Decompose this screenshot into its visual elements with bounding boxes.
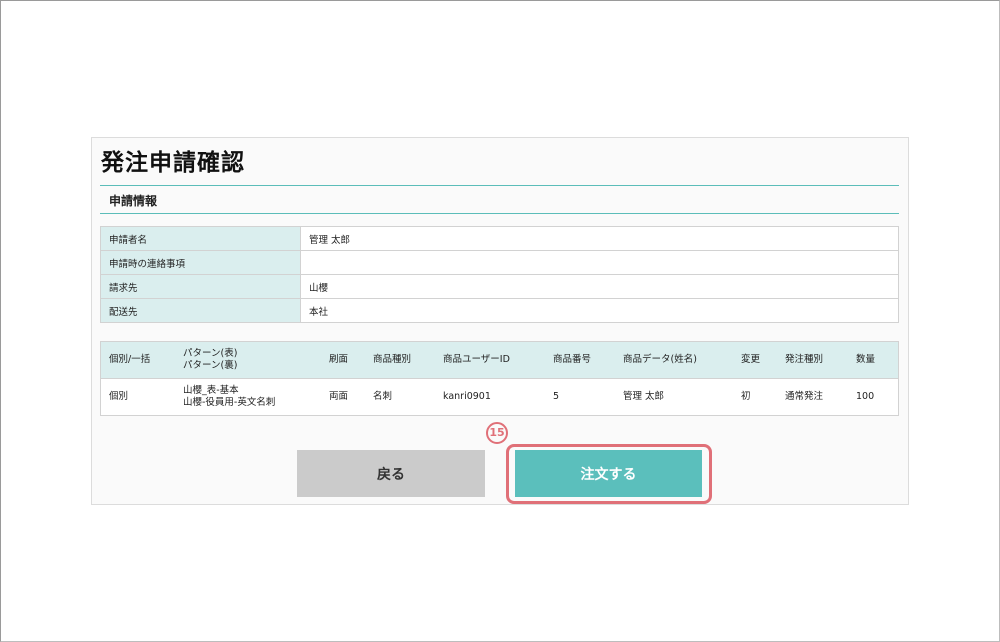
applicant-info-table: 申請者名 管理 太郎 申請時の連絡事項 請求先 山櫻 配送先 本社 <box>100 226 899 323</box>
cell-pattern-front: 山櫻_表-基本 <box>183 385 239 396</box>
order-items-table: 個別/一括 パターン(表) パターン(裏) 刷面 商品種別 商品ユーザーID 商… <box>100 341 899 416</box>
cell-individual-bulk: 個別 <box>100 378 175 416</box>
cell-product-data: 管理 太郎 <box>615 378 733 416</box>
section-divider-top <box>100 185 899 186</box>
info-row-applicant: 申請者名 管理 太郎 <box>100 226 899 251</box>
cell-change: 初 <box>733 378 777 416</box>
table-header-row: 個別/一括 パターン(表) パターン(裏) 刷面 商品種別 商品ユーザーID 商… <box>100 341 899 379</box>
cell-pattern: 山櫻_表-基本 山櫻-役員用-英文名刺 <box>175 378 321 416</box>
info-value: 山櫻 <box>300 274 899 299</box>
order-button[interactable]: 注文する <box>515 450 702 497</box>
info-row-billing: 請求先 山櫻 <box>100 274 899 299</box>
info-label: 配送先 <box>100 298 301 323</box>
info-label: 申請者名 <box>100 226 301 251</box>
column-header: 商品データ(姓名) <box>615 341 733 379</box>
info-value: 管理 太郎 <box>300 226 899 251</box>
column-header: 刷面 <box>321 341 365 379</box>
page-title: 発注申請確認 <box>101 150 245 176</box>
cell-product-type: 名刺 <box>365 378 435 416</box>
step-number-badge: 15 <box>486 422 508 444</box>
column-header: 数量 <box>848 341 899 379</box>
info-label: 請求先 <box>100 274 301 299</box>
column-header: 商品番号 <box>545 341 615 379</box>
cell-print-side: 両面 <box>321 378 365 416</box>
column-header: 変更 <box>733 341 777 379</box>
info-label: 申請時の連絡事項 <box>100 250 301 275</box>
section-divider-bottom <box>100 213 899 214</box>
column-header: パターン(表) <box>183 348 238 359</box>
back-button[interactable]: 戻る <box>297 450 485 497</box>
column-header: 商品ユーザーID <box>435 341 545 379</box>
cell-product-number: 5 <box>545 378 615 416</box>
cell-pattern-back: 山櫻-役員用-英文名刺 <box>183 397 276 408</box>
info-row-notes: 申請時の連絡事項 <box>100 250 899 275</box>
column-header: パターン(裏) <box>183 360 238 371</box>
cell-product-user-id: kanri0901 <box>435 378 545 416</box>
cell-order-type: 通常発注 <box>777 378 848 416</box>
info-value: 本社 <box>300 298 899 323</box>
info-value <box>300 250 899 275</box>
column-header-pattern: パターン(表) パターン(裏) <box>175 341 321 379</box>
section-title: 申請情報 <box>109 194 158 208</box>
cell-quantity: 100 <box>848 378 899 416</box>
info-row-shipping: 配送先 本社 <box>100 298 899 323</box>
column-header: 商品種別 <box>365 341 435 379</box>
table-row: 個別 山櫻_表-基本 山櫻-役員用-英文名刺 両面 名刺 kanri0901 5… <box>100 378 899 416</box>
column-header: 発注種別 <box>777 341 848 379</box>
column-header: 個別/一括 <box>100 341 175 379</box>
order-confirmation-panel: 発注申請確認 申請情報 申請者名 管理 太郎 申請時の連絡事項 請求先 山櫻 配… <box>91 137 909 505</box>
